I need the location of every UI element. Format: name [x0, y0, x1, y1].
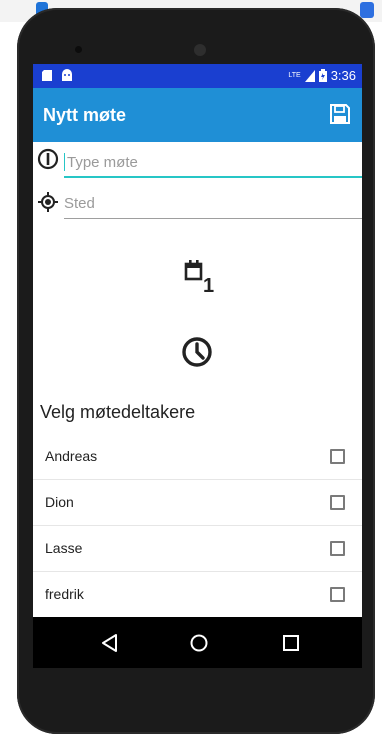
battery-icon [318, 69, 327, 82]
screen: LTE 3:36 Nytt møte Type møte Sted 1 Velg… [33, 64, 362, 668]
participant-name: Andreas [45, 448, 98, 464]
participant-row-lasse[interactable]: Lasse [33, 526, 362, 572]
participants-list: Andreas Dion Lasse fredrik [33, 434, 362, 618]
participant-name: Dion [45, 494, 74, 510]
sd-card-icon [42, 70, 52, 81]
save-icon[interactable] [328, 102, 352, 126]
participant-checkbox[interactable] [330, 495, 345, 510]
network-type-label: LTE [288, 72, 301, 79]
date-picker-button[interactable]: 1 [183, 257, 219, 299]
meeting-title-underline [64, 176, 362, 178]
participant-checkbox[interactable] [330, 587, 345, 602]
participants-heading: Velg møtedeltakere [40, 402, 196, 422]
meeting-title-field[interactable] [64, 148, 362, 178]
status-bar: LTE 3:36 [33, 64, 362, 88]
page-title: Nytt møte [43, 105, 127, 125]
navigation-bar [33, 617, 362, 668]
participant-checkbox[interactable] [330, 541, 345, 556]
recent-apps-icon[interactable] [279, 631, 303, 655]
date-badge: 1 [203, 275, 215, 297]
participant-checkbox[interactable] [330, 449, 345, 464]
signal-icon [304, 69, 315, 82]
participant-name: Lasse [45, 540, 83, 556]
android-icon [62, 69, 72, 81]
back-icon[interactable] [98, 631, 122, 655]
participant-row-andreas[interactable]: Andreas [33, 434, 362, 480]
front-camera [75, 46, 82, 53]
home-icon[interactable] [187, 631, 211, 655]
participant-row-dion[interactable]: Dion [33, 480, 362, 526]
location-icon [38, 192, 58, 212]
location-input[interactable] [64, 189, 362, 217]
text-cursor [64, 153, 65, 171]
status-time: 3:36 [330, 68, 356, 83]
app-bar: Nytt møte [33, 88, 362, 142]
stage: LTE 3:36 Nytt møte Type møte Sted 1 Velg… [0, 0, 382, 740]
location-field[interactable] [64, 189, 362, 219]
participant-name: fredrik [45, 586, 84, 602]
form-content: 1 Velg møtedeltakere Andreas Dion Lasse [33, 142, 362, 618]
location-underline [64, 218, 362, 219]
participant-row-fredrik[interactable]: fredrik [33, 572, 362, 618]
meeting-title-input[interactable] [64, 148, 362, 176]
host-tab-icon-right [360, 2, 374, 18]
clock-icon[interactable] [180, 335, 214, 369]
info-icon [37, 148, 59, 170]
earpiece [194, 44, 206, 56]
